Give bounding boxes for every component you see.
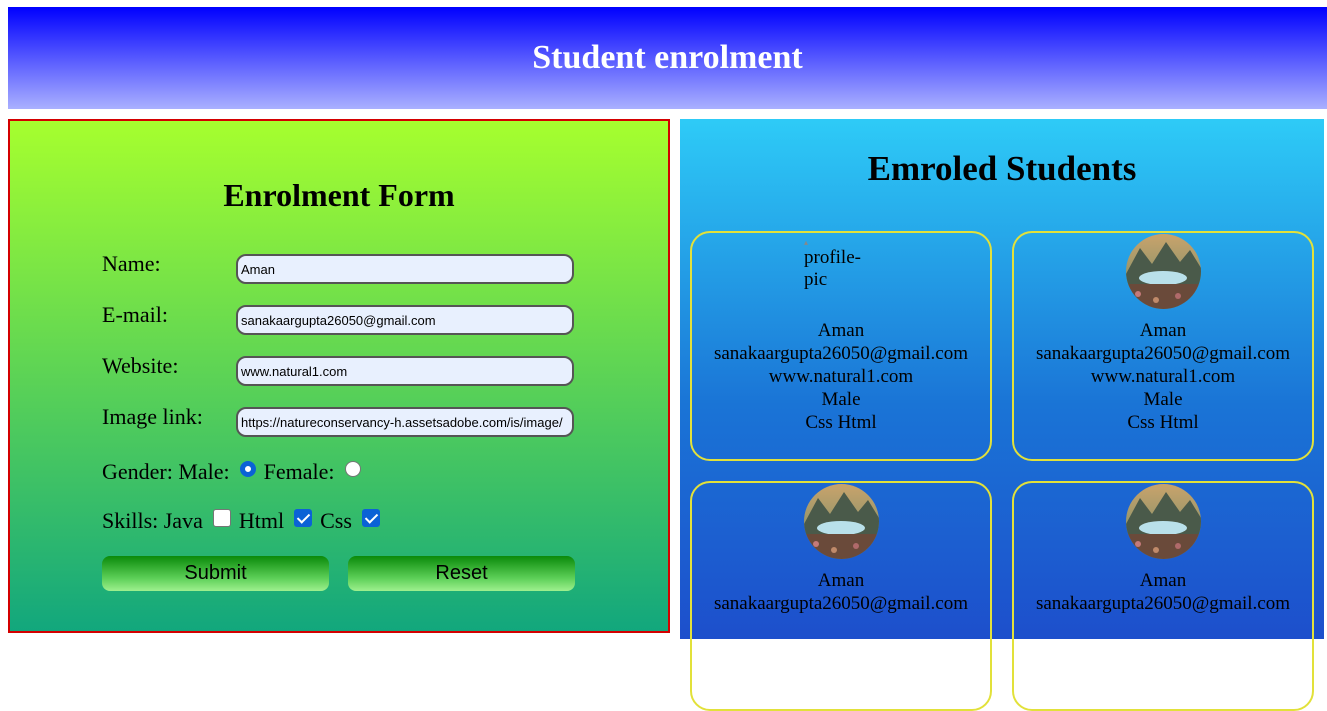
student-website: www.natural1.com (1090, 366, 1236, 387)
student-website: www.natural1.com (768, 366, 914, 387)
student-card: Aman sanakaargupta26050@gmail.com (690, 481, 992, 711)
name-input[interactable] (236, 254, 574, 284)
student-name: Aman (1139, 320, 1187, 341)
student-skills: Css Html (805, 412, 877, 433)
gender-female-radio[interactable] (344, 461, 361, 477)
page-title: Student enrolment (532, 39, 803, 76)
image-link-input[interactable] (236, 407, 574, 437)
page-header: Student enrolment (8, 7, 1327, 109)
skills-java-label: Skills: Java (102, 508, 203, 533)
name-label: Name: (102, 251, 161, 276)
student-card: ▴ profile-pic Aman sanakaargupta26050@gm… (690, 231, 992, 461)
skill-css-checkbox[interactable] (361, 509, 380, 527)
website-input[interactable] (236, 356, 574, 386)
skill-html-checkbox[interactable] (294, 509, 313, 527)
enrolled-students-title: Emroled Students (867, 149, 1137, 188)
enrolled-students-panel: Emroled Students ▴ profile-pic Aman sana… (680, 119, 1324, 711)
enrolment-form-panel: Enrolment Form Name: E-mail: Website: Im… (8, 119, 670, 633)
student-card: Aman sanakaargupta26050@gmail.com www.na… (1012, 231, 1314, 461)
skills-html-label: Html (238, 508, 285, 533)
gender-female-label: Female: (263, 459, 335, 484)
email-label: E-mail: (102, 302, 168, 327)
gender-male-radio[interactable] (239, 461, 256, 477)
student-info: Aman sanakaargupta26050@gmail.com (692, 569, 990, 615)
student-card: Aman sanakaargupta26050@gmail.com (1012, 481, 1314, 711)
student-skills: Css Html (1127, 412, 1199, 433)
profile-picture-avatar (804, 484, 879, 559)
gender-male-label: Gender: Male: (102, 459, 230, 484)
skills-row: Skills: Java Html Css (102, 508, 388, 534)
student-info: Aman sanakaargupta26050@gmail.com (1014, 569, 1312, 615)
submit-button[interactable]: Submit (102, 556, 329, 591)
profile-pic-alt: profile-pic (804, 247, 861, 290)
image-link-label: Image link: (102, 404, 203, 429)
student-email: sanakaargupta26050@gmail.com (713, 593, 969, 614)
student-info: Aman sanakaargupta26050@gmail.com www.na… (692, 319, 990, 434)
skill-java-checkbox[interactable] (212, 509, 231, 527)
website-label: Website: (102, 353, 179, 378)
email-input[interactable] (236, 305, 574, 335)
student-info: Aman sanakaargupta26050@gmail.com www.na… (1014, 319, 1312, 434)
student-email: sanakaargupta26050@gmail.com (713, 343, 969, 364)
student-gender: Male (1143, 389, 1183, 410)
student-gender: Male (821, 389, 861, 410)
student-name: Aman (817, 320, 865, 341)
broken-image-icon: ▴ profile-pic (804, 239, 861, 290)
form-title: Enrolment Form (223, 177, 455, 213)
student-name: Aman (1139, 570, 1187, 591)
student-name: Aman (817, 570, 865, 591)
profile-picture-avatar (1126, 484, 1201, 559)
student-email: sanakaargupta26050@gmail.com (1035, 343, 1291, 364)
student-email: sanakaargupta26050@gmail.com (1035, 593, 1291, 614)
gender-row: Gender: Male: Female: (102, 459, 369, 485)
skills-css-label: Css (320, 508, 352, 533)
reset-button[interactable]: Reset (348, 556, 575, 591)
profile-picture-avatar (1126, 234, 1201, 309)
